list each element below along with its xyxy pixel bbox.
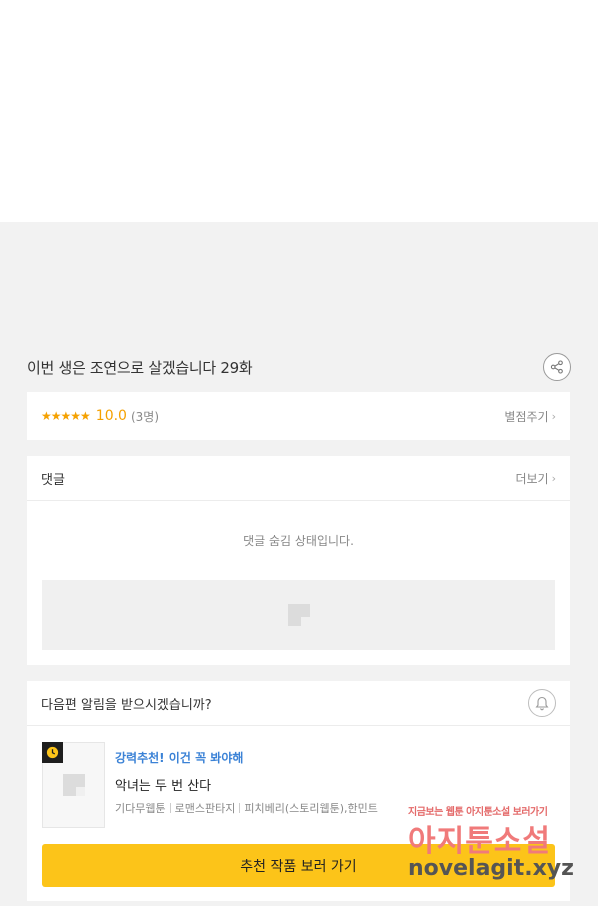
meta-divider bbox=[169, 803, 171, 813]
star-rating-icon: ★★★★★ bbox=[41, 409, 91, 423]
comments-header: 댓글 더보기 › bbox=[27, 456, 570, 501]
comments-card: 댓글 더보기 › 댓글 숨김 상태입니다. bbox=[27, 456, 570, 665]
recommendation-title: 악녀는 두 번 산다 bbox=[115, 779, 212, 794]
share-button[interactable] bbox=[543, 353, 571, 381]
notify-card: 다음편 알림을 받으시겠습니까? 강력추천! 이건 꼭 봐야해 악녀는 두 번 … bbox=[27, 681, 570, 901]
meta-category: 기다무웹툰 bbox=[115, 802, 166, 815]
ad-banner-placeholder[interactable] bbox=[42, 580, 555, 650]
comments-more-label: 더보기 bbox=[515, 471, 549, 486]
recommendation-tag: 강력추천! 이건 꼭 봐야해 bbox=[115, 751, 244, 765]
recommendation-info: 강력추천! 이건 꼭 봐야해 악녀는 두 번 산다 기다무웹툰 로맨스판타지 피… bbox=[115, 742, 378, 828]
notify-bell-button[interactable] bbox=[528, 689, 556, 717]
rating-card: ★★★★★ 10.0 (3명) 별점주기 › bbox=[27, 392, 570, 440]
wait-free-badge bbox=[42, 742, 63, 763]
rate-button[interactable]: 별점주기 › bbox=[504, 408, 556, 425]
comments-more-button[interactable]: 더보기 › bbox=[515, 470, 556, 487]
rating-score: 10.0 bbox=[95, 408, 127, 424]
meta-divider bbox=[239, 803, 241, 813]
rating-count: (3명) bbox=[130, 409, 160, 424]
bell-icon bbox=[535, 696, 549, 710]
image-placeholder-icon bbox=[287, 604, 310, 626]
comments-title: 댓글 bbox=[41, 472, 65, 488]
comments-hidden-message: 댓글 숨김 상태입니다. bbox=[243, 534, 354, 548]
notify-header: 다음편 알림을 받으시겠습니까? bbox=[27, 681, 570, 726]
recommendation-go-button[interactable]: 추천 작품 보러 가기 bbox=[42, 844, 555, 887]
meta-genre: 로맨스판타지 bbox=[174, 802, 236, 815]
clock-icon bbox=[46, 746, 59, 759]
share-icon bbox=[550, 360, 563, 374]
image-placeholder-icon bbox=[62, 774, 85, 796]
rate-button-label: 별점주기 bbox=[504, 409, 549, 424]
rating-summary: ★★★★★ 10.0 (3명) bbox=[41, 408, 159, 425]
recommendation-item[interactable]: 강력추천! 이건 꼭 봐야해 악녀는 두 번 산다 기다무웹툰 로맨스판타지 피… bbox=[42, 742, 378, 828]
episode-title: 이번 생은 조연으로 살겠습니다 29화 bbox=[27, 358, 253, 377]
content-blank-area bbox=[0, 0, 598, 222]
chevron-right-icon: › bbox=[551, 409, 556, 423]
chevron-right-icon: › bbox=[551, 471, 556, 485]
meta-author: 피치베리(스토리웹툰),한민트 bbox=[244, 802, 378, 815]
recommendation-thumbnail[interactable] bbox=[42, 742, 105, 828]
episode-header: 이번 생은 조연으로 살겠습니다 29화 bbox=[27, 352, 571, 382]
recommendation-meta: 기다무웹툰 로맨스판타지 피치베리(스토리웹툰),한민트 bbox=[115, 800, 378, 816]
notify-question: 다음편 알림을 받으시겠습니까? bbox=[41, 697, 212, 713]
